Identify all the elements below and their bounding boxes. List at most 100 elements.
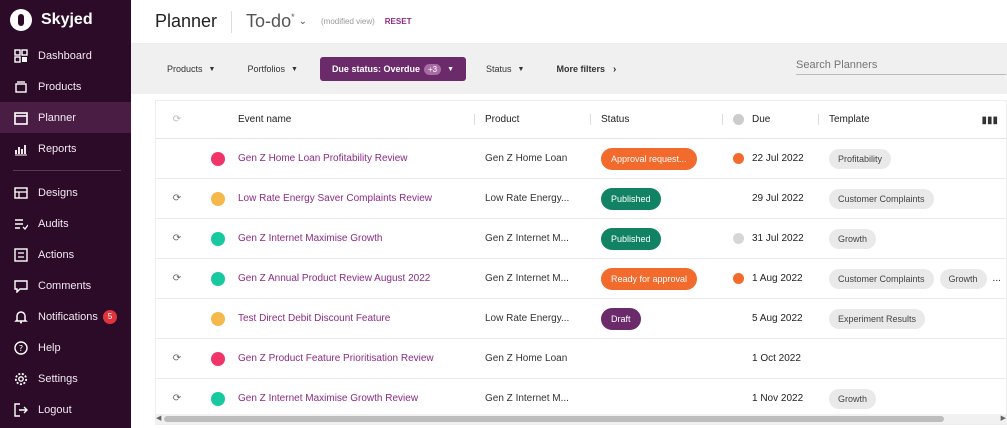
- filter-due-status-label: Due status: Overdue: [331, 64, 420, 74]
- event-name-link[interactable]: Test Direct Debit Discount Feature: [238, 313, 390, 324]
- event-name-link[interactable]: Gen Z Home Loan Profitability Review: [238, 153, 408, 164]
- logout-icon: [13, 402, 29, 418]
- no-due-icon: [733, 313, 744, 324]
- table-row[interactable]: Gen Z Home Loan Profitability Review Gen …: [156, 139, 1006, 179]
- brand[interactable]: Skyjed: [0, 0, 131, 40]
- horizontal-scrollbar[interactable]: ◀ ▶: [156, 414, 1006, 424]
- template-chip[interactable]: Growth: [829, 228, 877, 249]
- sidebar-item-comments[interactable]: Comments: [0, 270, 131, 301]
- status-pill[interactable]: Approval request...: [601, 147, 697, 170]
- table-header: ⟳ Event name Product Status Due Template…: [156, 101, 1006, 139]
- sidebar-item-label: Audits: [38, 217, 69, 230]
- product-name: Gen Z Home Loan: [485, 153, 568, 164]
- caret-down-icon: ▼: [208, 65, 216, 73]
- template-chip[interactable]: Customer Complaints: [829, 188, 934, 209]
- brand-name: Skyjed: [41, 11, 93, 28]
- sidebar-item-notifications[interactable]: Notifications 5: [0, 301, 131, 332]
- sidebar-item-products[interactable]: Products: [0, 71, 131, 102]
- filter-status[interactable]: Status ▼: [486, 64, 524, 74]
- sync-icon[interactable]: ⟳: [156, 273, 198, 284]
- status-pill[interactable]: Ready for approval: [601, 267, 698, 290]
- event-name-link[interactable]: Low Rate Energy Saver Complaints Review: [238, 193, 432, 204]
- due-date: 1 Aug 2022: [752, 273, 803, 284]
- filter-due-count: +3: [423, 63, 442, 75]
- table-row[interactable]: ⟳ Gen Z Internet Maximise Growth Review Ge…: [156, 379, 1006, 419]
- sidebar-item-logout[interactable]: Logout: [0, 394, 131, 425]
- due-date: 22 Jul 2022: [752, 153, 804, 164]
- chevron-right-icon: ›: [613, 63, 617, 75]
- table-row[interactable]: Test Direct Debit Discount Feature Low Ra…: [156, 299, 1006, 339]
- audits-icon: [13, 216, 29, 232]
- chevron-down-icon[interactable]: ⌄: [299, 16, 307, 27]
- table-row[interactable]: ⟳ Low Rate Energy Saver Complaints Review…: [156, 179, 1006, 219]
- sidebar-item-actions[interactable]: Actions: [0, 239, 131, 270]
- columns-icon[interactable]: ▮▮▮: [981, 115, 998, 126]
- header-divider: [231, 10, 233, 33]
- table-row[interactable]: ⟳ Gen Z Product Feature Prioritisation Re…: [156, 339, 1006, 379]
- event-name-link[interactable]: Gen Z Annual Product Review August 2022: [238, 273, 430, 284]
- filter-due-status[interactable]: Due status: Overdue +3 ▼: [319, 57, 467, 81]
- sidebar-item-label: Notifications: [38, 310, 98, 323]
- filter-products[interactable]: Products ▼: [167, 64, 215, 74]
- header-product[interactable]: Product: [474, 114, 590, 125]
- table-row[interactable]: ⟳ Gen Z Annual Product Review August 2022…: [156, 259, 1006, 299]
- due-date: 1 Nov 2022: [752, 393, 804, 404]
- due-date: 1 Oct 2022: [752, 353, 801, 364]
- filter-status-label: Status: [486, 64, 512, 74]
- designs-icon: [13, 185, 29, 201]
- sync-icon[interactable]: ⟳: [156, 193, 198, 204]
- status-pill[interactable]: Published: [601, 227, 661, 250]
- event-name-link[interactable]: Gen Z Internet Maximise Growth: [238, 233, 383, 244]
- scroll-right-icon[interactable]: ▶: [1001, 414, 1006, 422]
- sync-icon[interactable]: ⟳: [156, 393, 198, 404]
- sidebar-item-reports[interactable]: Reports: [0, 133, 131, 164]
- no-due-icon: [733, 193, 744, 204]
- caret-down-icon: ▼: [517, 65, 525, 73]
- filter-portfolios[interactable]: Portfolios ▼: [247, 64, 297, 74]
- reset-button[interactable]: RESET: [385, 17, 412, 26]
- status-pill[interactable]: Draft: [601, 307, 641, 330]
- event-name-link[interactable]: Gen Z Internet Maximise Growth Review: [238, 393, 418, 404]
- page-title: Planner: [155, 11, 218, 31]
- status-pill[interactable]: Published: [601, 187, 661, 210]
- search-planners-input[interactable]: [796, 59, 1006, 75]
- template-chip[interactable]: Growth: [829, 388, 877, 409]
- sidebar-item-settings[interactable]: Settings: [0, 363, 131, 394]
- template-chip[interactable]: Profitability: [829, 148, 892, 169]
- scrollbar-thumb[interactable]: [164, 416, 944, 422]
- sync-all-icon[interactable]: ⟳: [156, 114, 198, 125]
- sidebar-item-designs[interactable]: Designs: [0, 177, 131, 208]
- more-templates-indicator[interactable]: ...: [993, 273, 1001, 284]
- sidebar-item-label: Actions: [38, 248, 75, 261]
- page-header: Planner To-do* ⌄ (modified view) RESET: [131, 0, 1007, 44]
- status-dot-icon: [211, 271, 225, 286]
- sidebar-item-label: Designs: [38, 186, 78, 199]
- header-due[interactable]: Due: [722, 114, 818, 125]
- settings-icon: [13, 371, 29, 387]
- table-row[interactable]: ⟳ Gen Z Internet Maximise Growth Gen Z Int…: [156, 219, 1006, 259]
- product-name: Gen Z Internet M...: [485, 233, 569, 244]
- sidebar-item-planner[interactable]: Planner: [0, 102, 131, 133]
- more-filters-label: More filters: [556, 64, 605, 74]
- sidebar-item-dashboard[interactable]: Dashboard: [0, 40, 131, 71]
- calendar-icon: [13, 110, 29, 126]
- template-chip[interactable]: Customer Complaints: [829, 268, 934, 289]
- header-event-name[interactable]: Event name: [238, 114, 474, 125]
- sync-icon[interactable]: ⟳: [156, 353, 198, 364]
- main-area: Planner To-do* ⌄ (modified view) RESET P…: [131, 0, 1007, 428]
- sync-icon[interactable]: ⟳: [156, 233, 198, 244]
- sidebar-item-label: Settings: [38, 372, 78, 385]
- header-template[interactable]: Template: [818, 114, 1006, 125]
- event-name-link[interactable]: Gen Z Product Feature Prioritisation Rev…: [238, 353, 434, 364]
- portfolio-dot: [198, 191, 238, 206]
- view-selector[interactable]: To-do*: [246, 11, 295, 32]
- sidebar-item-audits[interactable]: Audits: [0, 208, 131, 239]
- header-status[interactable]: Status: [590, 114, 722, 125]
- sidebar-item-help[interactable]: ? Help: [0, 332, 131, 363]
- more-filters-button[interactable]: More filters ›: [556, 64, 616, 75]
- notification-count-badge: 5: [102, 309, 117, 324]
- template-chip[interactable]: Growth: [939, 268, 987, 289]
- scroll-left-icon[interactable]: ◀: [156, 414, 161, 422]
- template-chip[interactable]: Experiment Results: [829, 308, 926, 329]
- due-date: 31 Jul 2022: [752, 233, 804, 244]
